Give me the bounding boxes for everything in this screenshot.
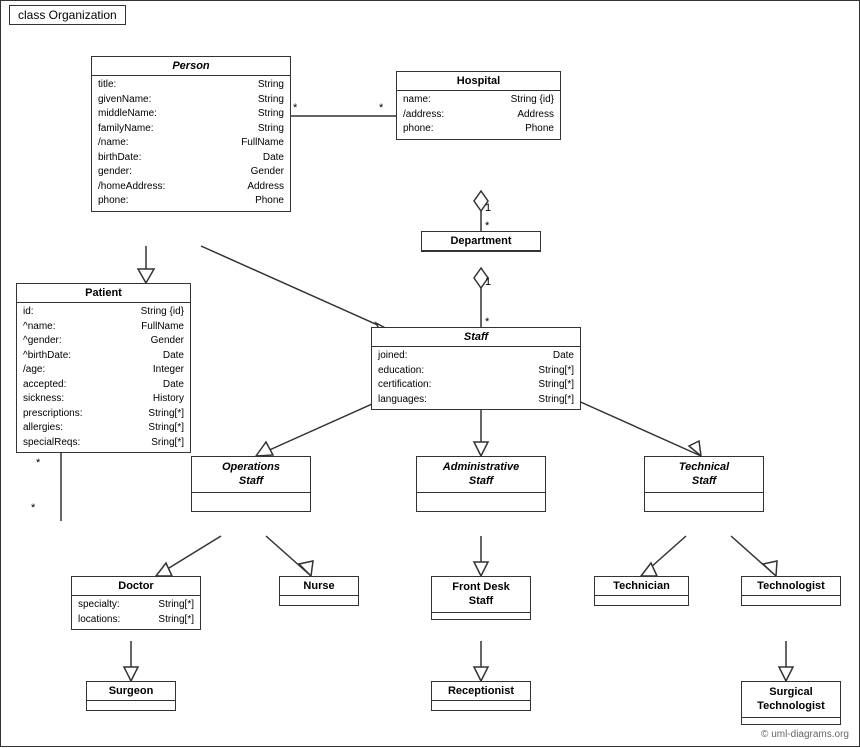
staff-class: Staff joined:Date education:String[*] ce… [371,327,581,410]
admin-staff-class: AdministrativeStaff [416,456,546,512]
svg-text:*: * [31,502,36,514]
receptionist-class: Receptionist [431,681,531,711]
doctor-class: Doctor specialty:String[*] locations:Str… [71,576,201,630]
doctor-attrs: specialty:String[*] locations:String[*] [72,596,200,629]
svg-text:*: * [36,457,41,469]
person-class: Person title:String givenName:String mid… [91,56,291,212]
operations-staff-class: OperationsStaff [191,456,311,512]
patient-attrs: id:String {id} ^name:FullName ^gender:Ge… [17,303,190,452]
department-title: Department [422,232,540,251]
surgeon-title: Surgeon [87,682,175,701]
patient-title: Patient [17,284,190,303]
technologist-class: Technologist [741,576,841,606]
operations-staff-title: OperationsStaff [192,457,310,493]
nurse-class: Nurse [279,576,359,606]
admin-staff-title: AdministrativeStaff [417,457,545,493]
technical-staff-class: TechnicalStaff [644,456,764,512]
diagram-title: class Organization [9,5,126,25]
svg-text:1: 1 [485,202,491,214]
technician-title: Technician [595,577,688,596]
technologist-title: Technologist [742,577,840,596]
hospital-attrs: name:String {id} /address:Address phone:… [397,91,560,139]
surgeon-class: Surgeon [86,681,176,711]
surgical-technologist-title: SurgicalTechnologist [742,682,840,718]
department-class: Department [421,231,541,252]
person-title: Person [92,57,290,76]
staff-title: Staff [372,328,580,347]
technician-class: Technician [594,576,689,606]
person-attrs: title:String givenName:String middleName… [92,76,290,211]
nurse-title: Nurse [280,577,358,596]
svg-text:*: * [293,102,298,114]
hospital-title: Hospital [397,72,560,91]
technical-staff-title: TechnicalStaff [645,457,763,493]
diagram-container: class Organization * * 1 * 1 * * [0,0,860,747]
front-desk-title: Front DeskStaff [432,577,530,613]
surgical-technologist-class: SurgicalTechnologist [741,681,841,725]
patient-class: Patient id:String {id} ^name:FullName ^g… [16,283,191,453]
front-desk-class: Front DeskStaff [431,576,531,620]
svg-text:1: 1 [485,276,491,288]
doctor-title: Doctor [72,577,200,596]
staff-attrs: joined:Date education:String[*] certific… [372,347,580,409]
copyright: © uml-diagrams.org [761,729,849,740]
receptionist-title: Receptionist [432,682,530,701]
svg-text:*: * [379,102,384,114]
hospital-class: Hospital name:String {id} /address:Addre… [396,71,561,140]
